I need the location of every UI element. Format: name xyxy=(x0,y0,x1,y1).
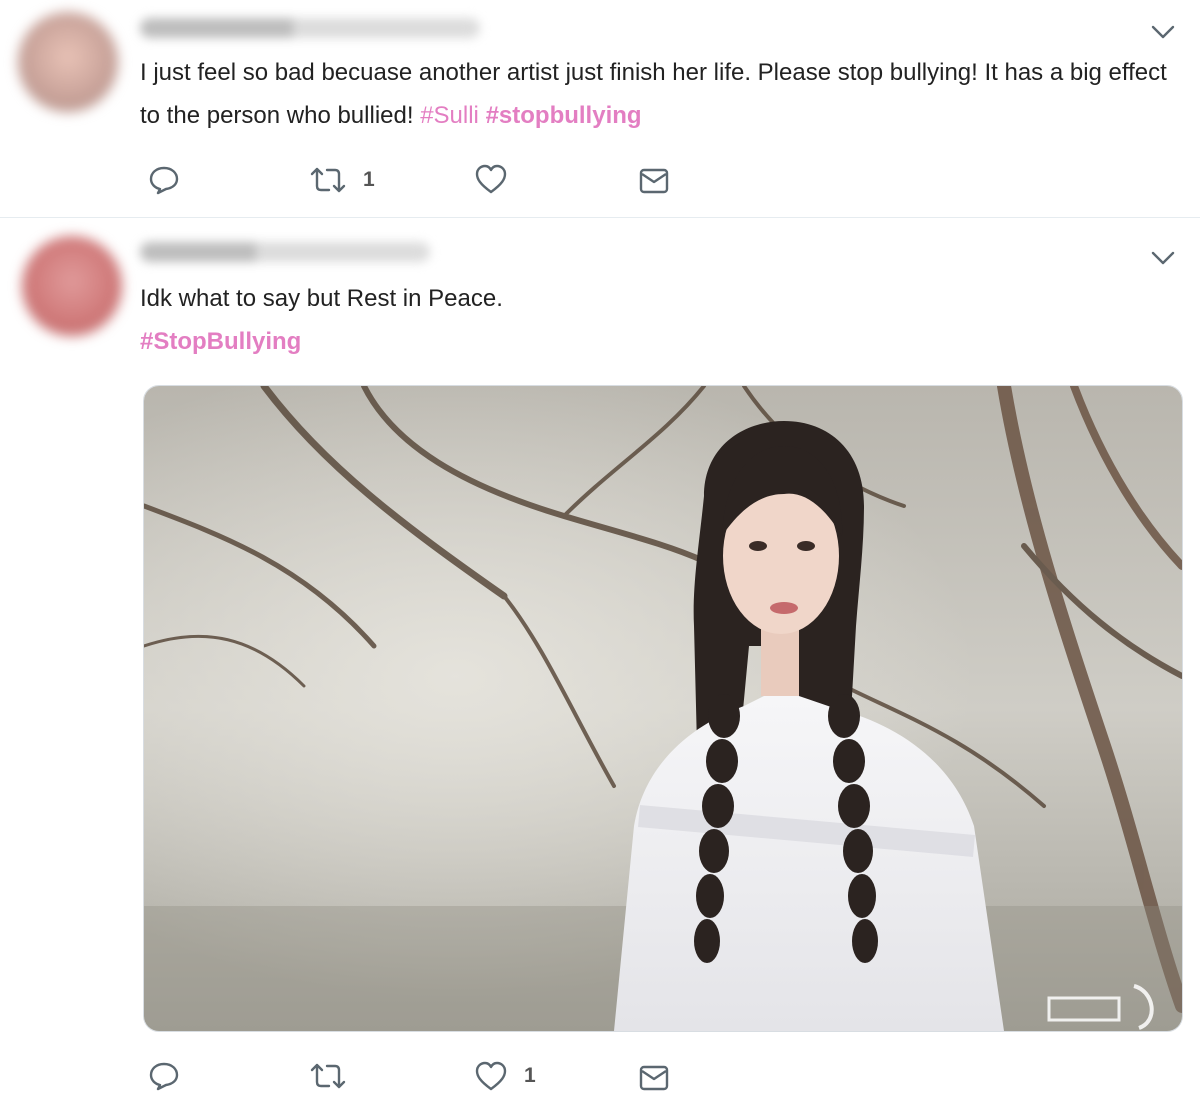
retweet-button[interactable] xyxy=(309,1062,363,1090)
envelope-icon xyxy=(639,1065,669,1091)
like-button[interactable]: 1 xyxy=(474,1060,536,1092)
avatar[interactable] xyxy=(22,236,122,336)
tweet-1[interactable]: I just feel so bad becuase another artis… xyxy=(0,0,1200,218)
heart-icon xyxy=(475,164,507,194)
blurred-username xyxy=(140,242,430,262)
reply-icon xyxy=(149,166,179,195)
retweet-button[interactable]: 1 xyxy=(309,166,375,194)
retweet-icon xyxy=(310,1063,346,1089)
photo-woman-with-braids-in-forest xyxy=(144,386,1182,1031)
hashtag-link[interactable]: #stopbullying xyxy=(486,102,642,129)
retweet-icon xyxy=(310,167,346,193)
chevron-down-icon[interactable] xyxy=(1150,22,1176,42)
tweet-body: Idk what to say but Rest in Peace. xyxy=(140,285,503,312)
retweet-count: 1 xyxy=(363,168,375,191)
tweet-2[interactable]: Idk what to say but Rest in Peace. #Stop… xyxy=(0,218,1200,1109)
reply-button[interactable] xyxy=(148,165,180,195)
heart-icon xyxy=(475,1061,507,1091)
direct-message-button[interactable] xyxy=(638,1063,670,1093)
chevron-down-icon[interactable] xyxy=(1150,248,1176,268)
reply-icon xyxy=(149,1062,179,1091)
blurred-username xyxy=(140,18,480,38)
like-button[interactable] xyxy=(474,163,524,195)
reply-button[interactable] xyxy=(148,1061,180,1091)
like-count: 1 xyxy=(524,1064,536,1087)
tweet-text: I just feel so bad becuase another artis… xyxy=(140,51,1180,137)
tweet-body: I just feel so bad becuase another artis… xyxy=(140,59,1167,129)
envelope-icon xyxy=(639,168,669,194)
direct-message-button[interactable] xyxy=(638,166,670,196)
avatar[interactable] xyxy=(18,12,118,112)
hashtag-link[interactable]: #Sulli xyxy=(420,102,479,129)
tweet-text: Idk what to say but Rest in Peace. #Stop… xyxy=(140,277,1140,363)
hashtag-link[interactable]: #StopBullying xyxy=(140,328,301,355)
tweet-photo[interactable] xyxy=(143,385,1183,1032)
